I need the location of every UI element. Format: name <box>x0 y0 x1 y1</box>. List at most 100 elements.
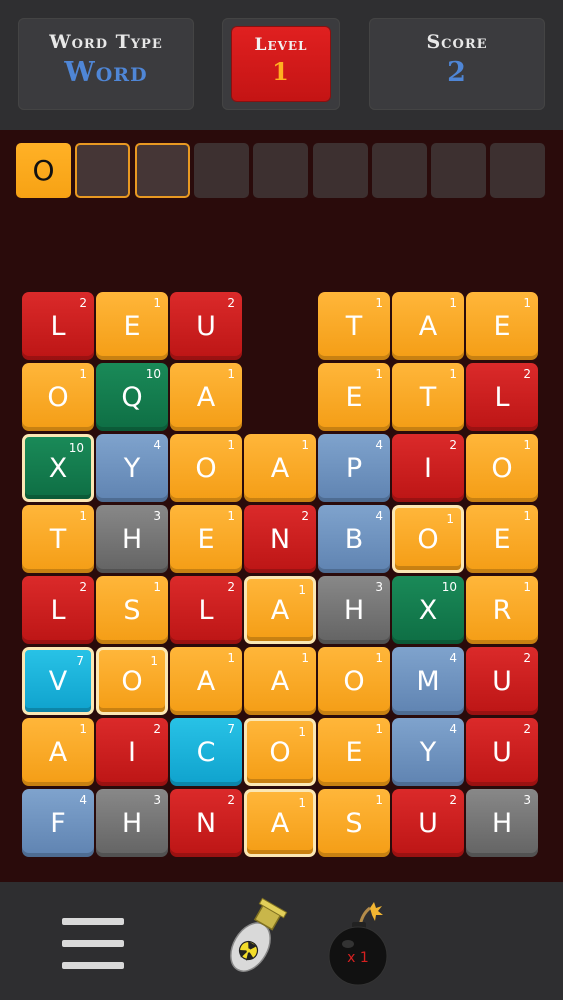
tile-letter: E <box>345 736 363 768</box>
letter-tile[interactable]: T1 <box>318 292 390 360</box>
word-type-panel: Word Type Word <box>18 18 194 110</box>
letter-tile[interactable]: O1 <box>96 647 168 715</box>
level-value: 1 <box>272 57 290 86</box>
letter-tile[interactable]: Y4 <box>392 718 464 786</box>
letter-tile[interactable]: F4 <box>22 789 94 857</box>
letter-tile[interactable]: T1 <box>392 363 464 431</box>
letter-tile[interactable]: O1 <box>244 718 316 786</box>
tile-points: 4 <box>375 438 383 452</box>
word-slot[interactable] <box>490 143 546 198</box>
bomb-icon[interactable]: x 1 <box>322 896 394 988</box>
letter-tile[interactable]: A1 <box>392 292 464 360</box>
letter-tile[interactable]: X 10 <box>22 434 94 502</box>
tile-letter: C <box>196 736 216 768</box>
tile-letter: A <box>196 665 216 697</box>
letter-tile[interactable]: H3 <box>96 505 168 573</box>
word-slot[interactable] <box>193 143 249 198</box>
letter-tile[interactable]: H3 <box>318 576 390 644</box>
letter-tile[interactable]: E1 <box>466 292 538 360</box>
word-slot[interactable] <box>431 143 487 198</box>
tile-letter: O <box>417 523 439 555</box>
nuke-icon[interactable] <box>218 896 290 986</box>
tile-letter: U <box>196 310 216 342</box>
tile-letter: A <box>270 807 290 839</box>
letter-tile[interactable]: I2 <box>96 718 168 786</box>
tile-letter: Y <box>123 452 141 484</box>
tile-letter: V <box>48 665 68 697</box>
tile-letter: H <box>491 807 513 839</box>
letter-tile[interactable]: E1 <box>318 363 390 431</box>
tile-points: 1 <box>375 296 383 310</box>
letter-tile[interactable]: L2 <box>466 363 538 431</box>
word-slot[interactable] <box>75 143 131 198</box>
tile-points: 1 <box>301 651 309 665</box>
letter-tile[interactable]: L2 <box>22 576 94 644</box>
tile-letter: S <box>345 807 363 839</box>
tile-points: 1 <box>301 438 309 452</box>
letter-tile[interactable]: O1 <box>170 434 242 502</box>
word-slot[interactable] <box>312 143 368 198</box>
letter-tile[interactable]: T1 <box>22 505 94 573</box>
letter-tile[interactable]: A1 <box>244 647 316 715</box>
letter-tile[interactable]: N2 <box>244 505 316 573</box>
letter-tile[interactable]: N2 <box>170 789 242 857</box>
letter-tile[interactable]: I2 <box>392 434 464 502</box>
tile-points: 1 <box>375 793 383 807</box>
letter-tile[interactable]: A1 <box>244 434 316 502</box>
letter-tile[interactable]: H3 <box>466 789 538 857</box>
word-slot[interactable] <box>371 143 427 198</box>
letter-tile[interactable]: E1 <box>96 292 168 360</box>
tile-letter: A <box>48 736 68 768</box>
letter-tile[interactable]: V7 <box>22 647 94 715</box>
letter-tile[interactable]: O1 <box>22 363 94 431</box>
letter-tile[interactable]: L2 <box>22 292 94 360</box>
tile-letter: A <box>270 665 290 697</box>
tile-letter: U <box>418 807 438 839</box>
tile-points: 2 <box>301 509 309 523</box>
letter-tile[interactable]: Y4 <box>96 434 168 502</box>
tile-points: 1 <box>375 722 383 736</box>
word-slot[interactable] <box>134 143 190 198</box>
menu-icon[interactable] <box>62 918 124 970</box>
letter-tile[interactable]: A1 <box>244 789 316 857</box>
tile-letter: E <box>493 310 511 342</box>
letter-tile[interactable]: R1 <box>466 576 538 644</box>
letter-tile[interactable]: U2 <box>170 292 242 360</box>
letter-tile[interactable]: A1 <box>244 576 316 644</box>
score-value: 2 <box>447 57 467 88</box>
tile-points: 1 <box>298 583 306 597</box>
tile-points: 2 <box>523 722 531 736</box>
letter-tile[interactable]: L2 <box>170 576 242 644</box>
letter-tile[interactable]: O1 <box>466 434 538 502</box>
letter-tile[interactable]: A1 <box>22 718 94 786</box>
tile-points: 2 <box>449 438 457 452</box>
letter-tile[interactable]: U2 <box>466 718 538 786</box>
letter-tile[interactable]: C7 <box>170 718 242 786</box>
tile-letter: O <box>269 736 291 768</box>
letter-tile[interactable]: B4 <box>318 505 390 573</box>
tile-points: 1 <box>79 367 87 381</box>
letter-tile[interactable]: S1 <box>318 789 390 857</box>
letter-tile[interactable]: H3 <box>96 789 168 857</box>
letter-tile[interactable]: P4 <box>318 434 390 502</box>
word-slot[interactable]: O <box>16 143 71 198</box>
letter-tile[interactable]: Q 10 <box>96 363 168 431</box>
tile-points: 2 <box>227 793 235 807</box>
letter-tile[interactable]: U2 <box>466 647 538 715</box>
letter-tile[interactable]: O1 <box>318 647 390 715</box>
letter-tile[interactable]: S1 <box>96 576 168 644</box>
letter-tile[interactable]: E1 <box>466 505 538 573</box>
letter-tile[interactable]: E1 <box>318 718 390 786</box>
letter-tile[interactable]: O1 <box>392 505 464 573</box>
letter-tile[interactable]: A1 <box>170 647 242 715</box>
tile-letter: Q <box>121 381 143 413</box>
tile-letter: E <box>123 310 141 342</box>
tile-points: 2 <box>79 296 87 310</box>
letter-tile[interactable]: E1 <box>170 505 242 573</box>
letter-tile[interactable]: A1 <box>170 363 242 431</box>
score-panel: Score 2 <box>369 18 545 110</box>
letter-tile[interactable]: M4 <box>392 647 464 715</box>
letter-tile[interactable]: U2 <box>392 789 464 857</box>
word-slot[interactable] <box>253 143 309 198</box>
letter-tile[interactable]: X 10 <box>392 576 464 644</box>
